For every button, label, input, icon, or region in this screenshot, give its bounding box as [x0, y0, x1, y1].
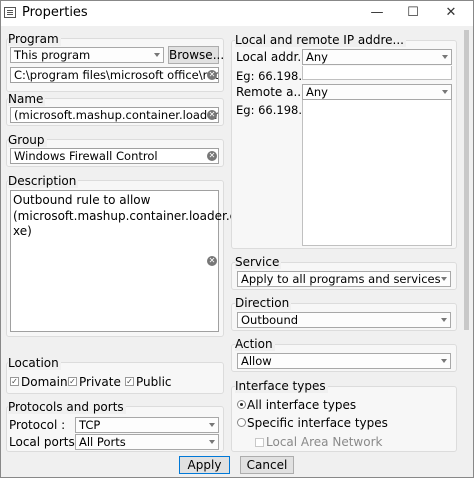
program-path-value: C:\program files\microsoft office\root\: [14, 68, 219, 82]
scrollbar-thumb[interactable]: [464, 30, 469, 330]
chevron-down-icon: [441, 318, 447, 322]
footer-bar: Apply Cancel: [0, 452, 474, 478]
clear-icon[interactable]: ✕: [207, 151, 217, 161]
clear-icon[interactable]: ✕: [207, 256, 217, 266]
remote-address-label: Remote a...: [236, 85, 305, 99]
location-label: Location: [8, 356, 61, 370]
local-address-select[interactable]: Any: [302, 49, 452, 65]
group-label: Group: [8, 133, 47, 147]
description-text: Outbound rule to allow (microsoft.mashup…: [13, 193, 238, 238]
all-interfaces-label: All interface types: [247, 398, 357, 412]
title-bar: Properties — ☐ ✕: [0, 0, 474, 26]
browse-button[interactable]: Browse...: [168, 46, 224, 64]
group-input[interactable]: Windows Firewall Control: [10, 148, 219, 164]
chevron-down-icon: [209, 440, 215, 444]
chevron-down-icon: [209, 423, 215, 427]
specific-interfaces-radio[interactable]: [237, 418, 246, 427]
action-value: Allow: [241, 354, 272, 368]
service-value: Apply to all programs and services: [241, 272, 441, 286]
program-path-input[interactable]: C:\program files\microsoft office\root\: [10, 67, 219, 83]
local-address-value: Any: [306, 50, 328, 64]
lan-label: Local Area Network: [266, 435, 383, 449]
local-address-list[interactable]: [302, 66, 452, 80]
remote-address-list[interactable]: [302, 100, 452, 246]
clear-icon[interactable]: ✕: [207, 70, 217, 80]
service-select[interactable]: Apply to all programs and services: [237, 271, 451, 287]
private-label: Private: [79, 375, 121, 389]
domain-checkbox[interactable]: ✓: [10, 377, 19, 386]
name-label: Name: [8, 92, 46, 106]
specific-interfaces-label: Specific interface types: [247, 416, 388, 430]
clear-icon[interactable]: ✕: [207, 110, 217, 120]
program-select[interactable]: This program: [10, 47, 164, 63]
apply-button[interactable]: Apply: [179, 456, 230, 474]
chevron-down-icon: [441, 359, 447, 363]
properties-window-icon: [4, 7, 16, 18]
protocols-label: Protocols and ports: [8, 400, 126, 414]
chevron-down-icon: [442, 55, 448, 59]
program-label: Program: [8, 32, 61, 46]
all-interfaces-radio[interactable]: [237, 400, 246, 409]
protocol-select[interactable]: TCP: [75, 417, 219, 433]
protocol-label: Protocol :: [9, 418, 66, 432]
local-address-label: Local addr...: [236, 50, 309, 64]
name-value: (microsoft.mashup.container.loader.ex: [14, 108, 219, 122]
minimize-button[interactable]: —: [358, 0, 396, 26]
remote-address-value: Any: [306, 85, 328, 99]
direction-value: Outbound: [241, 313, 299, 327]
chevron-down-icon: [154, 53, 160, 57]
ip-label: Local and remote IP addre...: [235, 33, 406, 47]
program-select-value: This program: [14, 48, 91, 62]
maximize-button[interactable]: ☐: [394, 0, 432, 26]
private-checkbox[interactable]: ✓: [68, 377, 77, 386]
protocol-value: TCP: [79, 418, 101, 432]
service-label: Service: [235, 255, 282, 269]
description-label: Description: [8, 174, 79, 188]
local-ports-select[interactable]: All Ports: [75, 434, 219, 450]
remote-address-select[interactable]: Any: [302, 84, 452, 100]
domain-label: Domain: [21, 375, 68, 389]
interface-label: Interface types: [235, 379, 328, 393]
direction-select[interactable]: Outbound: [237, 312, 451, 328]
action-label: Action: [235, 337, 275, 351]
group-value: Windows Firewall Control: [14, 149, 158, 163]
direction-label: Direction: [235, 296, 292, 310]
public-label: Public: [136, 375, 172, 389]
window-title: Properties: [22, 5, 88, 20]
name-input[interactable]: (microsoft.mashup.container.loader.ex: [10, 107, 219, 123]
action-select[interactable]: Allow: [237, 353, 451, 369]
local-ports-value: All Ports: [79, 435, 126, 449]
chevron-down-icon: [442, 90, 448, 94]
local-ports-label: Local ports :: [9, 435, 83, 449]
close-button[interactable]: ✕: [432, 0, 470, 26]
cancel-button[interactable]: Cancel: [240, 456, 294, 474]
chevron-down-icon: [441, 277, 447, 281]
public-checkbox[interactable]: ✓: [125, 377, 134, 386]
lan-checkbox[interactable]: [255, 438, 264, 447]
